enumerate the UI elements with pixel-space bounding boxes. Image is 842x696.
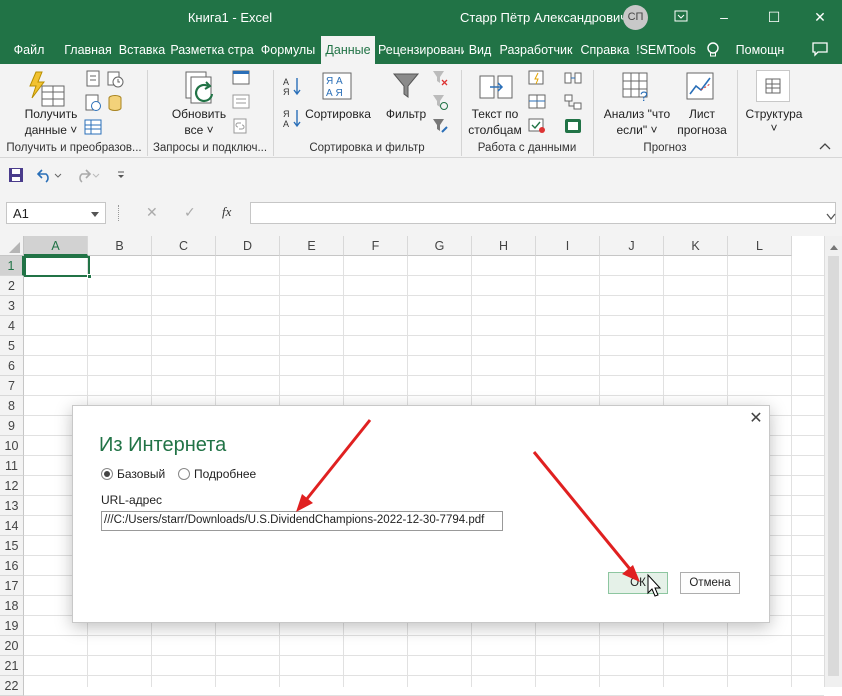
annotation-overlay	[296, 419, 662, 597]
annotation-arrow	[532, 451, 640, 582]
mouse-cursor-icon	[647, 573, 662, 597]
annotation-arrow	[296, 419, 372, 512]
